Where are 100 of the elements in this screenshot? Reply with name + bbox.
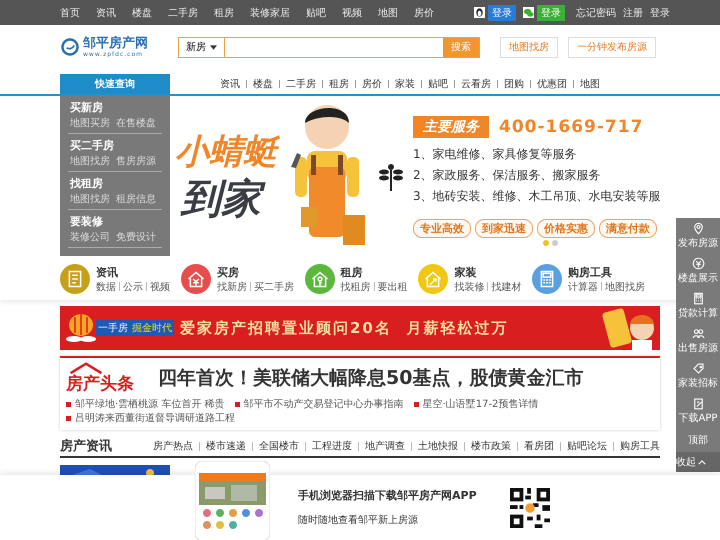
category-title[interactable]: 购房工具: [568, 264, 648, 280]
document-icon[interactable]: [60, 264, 90, 294]
menu-heading[interactable]: 买新房: [70, 99, 160, 116]
menu-heading[interactable]: 找租房: [70, 175, 160, 192]
headline-link[interactable]: 四年首次！美联储大幅降息50基点，股债黄金汇市: [158, 365, 584, 391]
ad-badge: 掘金时代: [130, 320, 174, 336]
category-link[interactable]: 计算器: [568, 280, 601, 294]
side-button[interactable]: 家装招标: [676, 358, 720, 393]
category-link[interactable]: 视频: [147, 280, 173, 294]
nav-link[interactable]: 二手房: [280, 77, 322, 91]
section-link[interactable]: 购房工具: [614, 439, 660, 453]
menu-heading[interactable]: 买二手房: [70, 137, 160, 154]
service-item: 1、家电维修、家具修复等服务: [413, 146, 578, 163]
service-item: 2、家政服务、保洁服务、搬家服务: [413, 167, 602, 184]
house-key-icon[interactable]: [304, 264, 334, 294]
logo-name[interactable]: 邹平房产网: [83, 36, 148, 50]
dragonfly-icon: [379, 162, 403, 192]
nav-link[interactable]: 云看房: [455, 77, 497, 91]
promo-subtitle: 随时随地查看邹平新上房源: [298, 514, 419, 527]
nav-link[interactable]: 地图: [574, 77, 606, 91]
nav-link[interactable]: 贴吧: [422, 77, 454, 91]
side-button[interactable]: 发布房源: [676, 218, 720, 253]
top-nav-link[interactable]: 视频: [342, 6, 378, 20]
calculator-icon[interactable]: [532, 264, 562, 294]
chevron-up-icon: [698, 460, 706, 464]
category-link[interactable]: 要出租: [374, 280, 410, 294]
nav-link[interactable]: 房价: [356, 77, 388, 91]
slogan-text: 到家: [175, 174, 287, 224]
nav-link[interactable]: 家装: [389, 77, 421, 91]
category-title[interactable]: 家装: [454, 264, 524, 280]
bullet-icon: [66, 402, 71, 406]
nav-link[interactable]: 租房: [323, 77, 355, 91]
news-link[interactable]: 邹平绿地·雲栖桃源 车位首开 稀贵: [75, 397, 225, 411]
section-link[interactable]: 地产调查: [359, 439, 411, 453]
carousel-dot[interactable]: [543, 240, 549, 246]
section-link[interactable]: 贴吧论坛: [561, 439, 613, 453]
nav-link[interactable]: 团购: [498, 77, 530, 91]
ad-text: 爱家房产招聘置业顾问20名 月薪轻松过万: [180, 318, 508, 338]
menu-heading[interactable]: 要装修: [70, 213, 160, 230]
top-nav-link[interactable]: 贴吧: [306, 6, 342, 20]
top-nav-link[interactable]: 二手房: [168, 6, 214, 20]
tag-icon: [690, 361, 706, 376]
section-link[interactable]: 全国楼市: [253, 439, 305, 453]
category-link[interactable]: 公示: [120, 280, 146, 294]
service-item: 3、地砖安装、维修、木工吊顶、水电安装等服: [413, 188, 662, 205]
nav-link[interactable]: 优惠团: [531, 77, 573, 91]
bullet-icon: [66, 416, 71, 420]
feature-tag: 专业高效: [413, 219, 471, 238]
qr-code: [510, 488, 550, 528]
side-button[interactable]: 贷款计算: [676, 288, 720, 323]
slogan-text: 小蜻蜓: [175, 130, 287, 174]
top-nav-link[interactable]: 资讯: [96, 6, 132, 20]
headline-logo: 房产头条: [66, 374, 135, 394]
section-link[interactable]: 看房团: [518, 439, 560, 453]
ad-badge: 一手房: [96, 320, 130, 336]
carousel-dot[interactable]: [552, 240, 558, 246]
news-link[interactable]: 邹平市不动产交易登记中心办事指南: [244, 397, 404, 411]
section-title: 房产资讯: [60, 438, 112, 455]
coin-icon: [690, 256, 706, 271]
category-link[interactable]: 买二手房: [250, 280, 297, 294]
category-link[interactable]: 地图找房: [602, 280, 648, 294]
side-button[interactable]: 楼盘展示: [676, 253, 720, 288]
balloon-icon: [66, 313, 96, 343]
house-icon[interactable]: [180, 264, 211, 294]
nav-link[interactable]: 资讯: [214, 77, 246, 91]
nav-link[interactable]: 楼盘: [247, 77, 279, 91]
category-title[interactable]: 资讯: [96, 264, 173, 280]
side-button[interactable]: 下载APP: [676, 393, 720, 428]
news-link[interactable]: 吕明涛来西董街道督导调研道路工程: [75, 411, 235, 425]
section-link[interactable]: 工程进度: [306, 439, 358, 453]
section-link[interactable]: 楼市政策: [465, 439, 517, 453]
qq-login-button[interactable]: 登录: [488, 4, 516, 20]
bullet-icon: [234, 402, 240, 406]
promo-title: 手机浏览器扫描下载邹平房产网APP: [298, 488, 478, 503]
swirl-logo-icon[interactable]: [60, 37, 80, 57]
category-title[interactable]: 买房: [216, 264, 297, 280]
account-link[interactable]: 注册: [623, 6, 643, 20]
category-title[interactable]: 租房: [340, 264, 410, 280]
news-link[interactable]: 星空·山语墅17-2预售详情: [422, 397, 538, 411]
category-link[interactable]: 找装修: [454, 280, 488, 294]
category-link[interactable]: 数据: [96, 280, 119, 294]
section-link[interactable]: 楼市速递: [200, 439, 252, 453]
section-link[interactable]: 房产热点: [147, 439, 199, 453]
top-nav-link[interactable]: 租房: [214, 6, 250, 20]
top-nav-link[interactable]: 楼盘: [132, 6, 168, 20]
feature-tag: 满意付款: [599, 219, 657, 238]
chat-bubbles-icon[interactable]: [523, 7, 534, 18]
side-button[interactable]: 出售房源: [676, 323, 720, 358]
side-button[interactable]: 收起: [676, 452, 720, 472]
top-nav-link[interactable]: 装修家居: [250, 6, 306, 20]
category-link[interactable]: 找建材: [488, 280, 524, 294]
top-nav-link[interactable]: 首页: [60, 6, 96, 20]
account-link[interactable]: 登录: [650, 6, 670, 20]
top-nav-link[interactable]: 房价: [414, 6, 450, 20]
category-link[interactable]: 找新房: [216, 280, 250, 294]
category-link[interactable]: 找租房: [340, 280, 374, 294]
account-link[interactable]: 忘记密码: [576, 6, 616, 20]
side-button[interactable]: 顶部: [676, 428, 720, 452]
top-nav-link[interactable]: 地图: [378, 6, 414, 20]
section-link[interactable]: 土地快报: [412, 439, 464, 453]
